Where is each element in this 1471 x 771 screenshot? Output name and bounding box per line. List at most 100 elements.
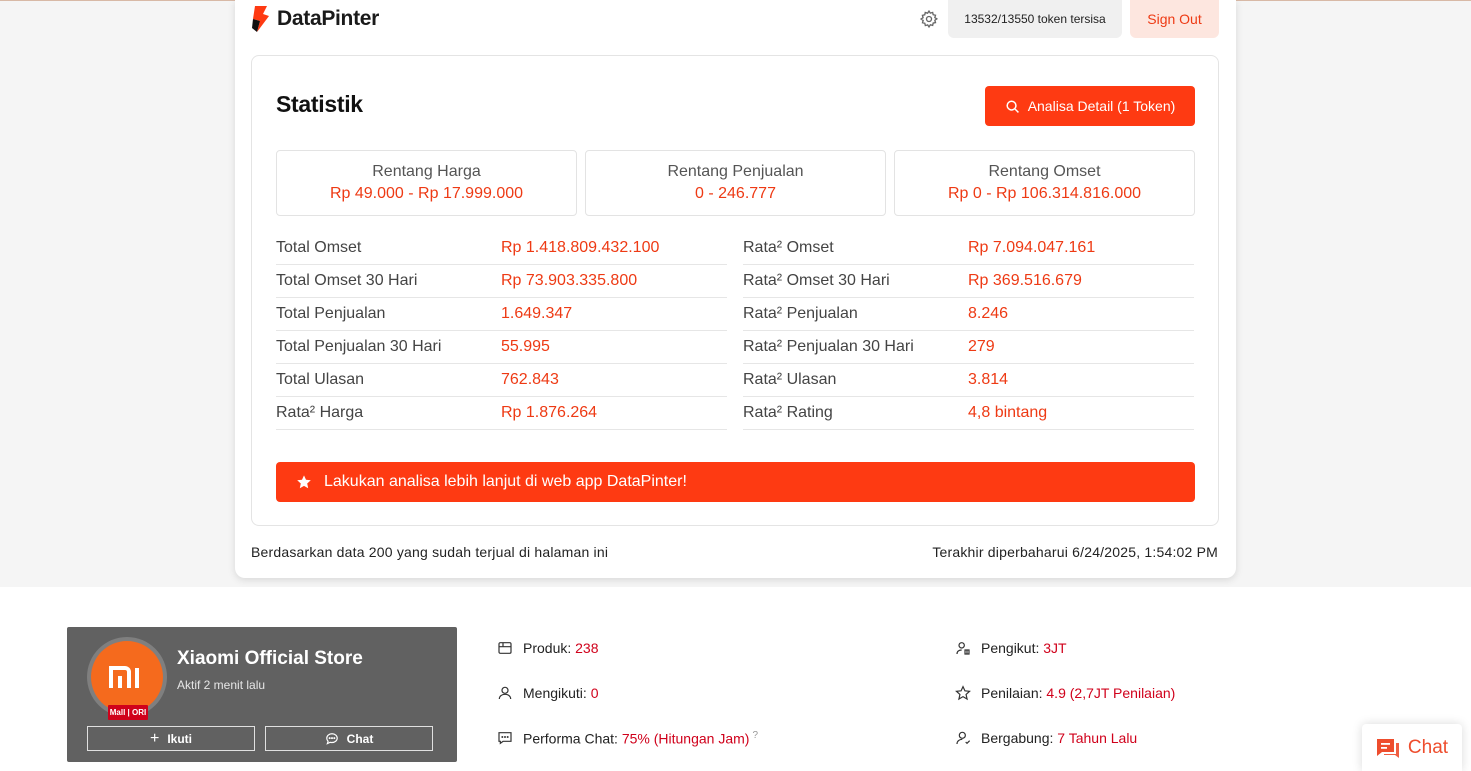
range-value: 0 - 246.777 xyxy=(695,185,776,202)
chat-label: Chat xyxy=(346,731,374,746)
stat-label: Rata² Penjualan xyxy=(743,305,858,322)
info-value: 238 xyxy=(575,640,599,656)
stat-label: Rata² Omset 30 Hari xyxy=(743,272,890,289)
info-label: Mengikuti: xyxy=(523,685,587,701)
stat-row: Rata² Penjualan 30 Hari 279 xyxy=(743,331,1194,364)
stat-row: Total Penjualan 30 Hari 55.995 xyxy=(276,331,727,364)
stat-label: Total Penjualan 30 Hari xyxy=(276,338,442,355)
stat-label: Total Omset 30 Hari xyxy=(276,272,418,289)
stat-value: Rp 7.094.047.161 xyxy=(968,239,1096,256)
floating-chat-button[interactable]: Chat xyxy=(1362,724,1462,771)
range-value: Rp 49.000 - Rp 17.999.000 xyxy=(329,185,524,202)
chat-button[interactable]: Chat xyxy=(265,726,433,751)
sales-range-box: Rentang Penjualan 0 - 246.777 xyxy=(585,150,886,216)
stat-value: 55.995 xyxy=(501,338,550,355)
stat-value: Rp 1.876.264 xyxy=(501,404,598,421)
info-label: Bergabung: xyxy=(981,730,1054,746)
stat-row: Total Ulasan 762.843 xyxy=(276,364,727,397)
user-icon xyxy=(498,686,512,700)
stats-title: Statistik xyxy=(276,91,363,117)
stat-label: Total Omset xyxy=(276,239,362,256)
stat-row: Rata² Harga Rp 1.876.264 xyxy=(276,397,727,430)
shop-section: Mall | ORI Xiaomi Official Store Aktif 2… xyxy=(0,587,1471,771)
range-value: Rp 0 - Rp 106.314.816.000 xyxy=(947,185,1142,202)
datapinter-panel: DataPinter 13532/13550 token tersisa Sig… xyxy=(235,0,1236,578)
info-value: 0 xyxy=(590,685,599,701)
stat-label: Rata² Omset xyxy=(743,239,834,256)
info-value: 3JT xyxy=(1043,640,1067,656)
brand[interactable]: DataPinter xyxy=(251,4,379,34)
follow-button[interactable]: + Ikuti xyxy=(87,726,255,751)
help-icon[interactable]: ? xyxy=(752,730,758,741)
stat-label: Total Penjualan xyxy=(276,305,386,322)
datapinter-logo-icon xyxy=(252,6,269,32)
stat-row: Rata² Ulasan 3.814 xyxy=(743,364,1194,397)
stat-value: 762.843 xyxy=(501,371,559,388)
stat-label: Total Ulasan xyxy=(276,371,365,388)
stat-row: Total Omset Rp 1.418.809.432.100 xyxy=(276,232,727,265)
xiaomi-logo-icon xyxy=(91,641,163,713)
stat-label: Rata² Rating xyxy=(743,404,833,421)
gear-icon[interactable] xyxy=(919,9,939,29)
stats-left-column: Total Omset Rp 1.418.809.432.100 Total Om… xyxy=(276,232,727,430)
stat-value: 4,8 bintang xyxy=(968,404,1048,421)
shop-name[interactable]: Xiaomi Official Store xyxy=(177,648,363,670)
stat-label: Rata² Harga xyxy=(276,404,364,421)
stats-right-column: Rata² Omset Rp 7.094.047.161 Rata² Omset … xyxy=(743,232,1194,430)
last-updated: Terakhir diperbaharui 6/24/2025, 1:54:02… xyxy=(932,544,1218,560)
shop-info-chat-performance: Performa Chat: 75% (Hitungan Jam)? xyxy=(497,730,758,747)
stat-label: Rata² Ulasan xyxy=(743,371,837,388)
stat-value: Rp 369.516.679 xyxy=(968,272,1082,289)
revenue-range-box: Rentang Omset Rp 0 - Rp 106.314.816.000 xyxy=(894,150,1195,216)
chat-bubble-icon xyxy=(325,732,338,745)
shop-info-following: Mengikuti: 0 xyxy=(497,685,599,701)
detail-analysis-label: Analisa Detail (1 Token) xyxy=(1027,98,1176,114)
cta-label: Lakukan analisa lebih lanjut di web app … xyxy=(324,473,687,490)
chat-bubble-icon xyxy=(498,732,512,745)
token-counter: 13532/13550 token tersisa xyxy=(948,0,1122,38)
range-label: Rentang Omset xyxy=(988,163,1101,180)
data-source-note: Berdasarkan data 200 yang sudah terjual … xyxy=(251,544,609,560)
info-label: Performa Chat: xyxy=(523,730,618,747)
info-label: Produk: xyxy=(523,640,572,656)
stat-value: Rp 1.418.809.432.100 xyxy=(501,239,660,256)
price-range-box: Rentang Harga Rp 49.000 - Rp 17.999.000 xyxy=(276,150,577,216)
shop-info-rating: Penilaian: 4.9 (2,7JT Penilaian) xyxy=(955,685,1175,701)
stat-value: 3.814 xyxy=(968,371,1009,388)
stat-row: Rata² Omset 30 Hari Rp 369.516.679 xyxy=(743,265,1194,298)
shop-info-joined: Bergabung: 7 Tahun Lalu xyxy=(955,730,1137,746)
shop-active-status: Aktif 2 menit lalu xyxy=(177,678,266,692)
range-label: Rentang Penjualan xyxy=(667,163,804,180)
info-label: Pengikut: xyxy=(981,640,1040,656)
mall-badge: Mall | ORI xyxy=(108,705,148,720)
stat-value: Rp 73.903.335.800 xyxy=(501,272,638,289)
stat-row: Rata² Rating 4,8 bintang xyxy=(743,397,1194,430)
stat-row: Rata² Penjualan 8.246 xyxy=(743,298,1194,331)
brand-name: DataPinter xyxy=(277,7,380,30)
stat-value: 1.649.347 xyxy=(501,305,573,322)
web-app-cta-button[interactable]: Lakukan analisa lebih lanjut di web app … xyxy=(276,462,1195,502)
shop-info-products: Produk: 238 xyxy=(497,640,599,656)
stat-value: 279 xyxy=(968,338,995,355)
statistics-card: Statistik Analisa Detail (1 Token) Renta… xyxy=(251,55,1219,526)
floating-chat-label: Chat xyxy=(1407,736,1449,758)
stat-row: Total Penjualan 1.649.347 xyxy=(276,298,727,331)
stat-value: 8.246 xyxy=(968,305,1009,322)
plus-icon: + xyxy=(149,729,160,747)
user-joined-icon xyxy=(956,731,971,745)
chat-icon xyxy=(1376,738,1399,758)
range-label: Rentang Harga xyxy=(372,163,481,180)
info-value: 7 Tahun Lalu xyxy=(1057,730,1138,746)
star-icon xyxy=(955,685,971,701)
sign-out-button[interactable]: Sign Out xyxy=(1130,0,1219,38)
follow-label: Ikuti xyxy=(167,731,192,746)
store-icon xyxy=(498,642,512,654)
info-value: 75% (Hitungan Jam) xyxy=(621,730,750,747)
shop-card: Mall | ORI Xiaomi Official Store Aktif 2… xyxy=(67,627,457,762)
star-icon xyxy=(297,475,311,489)
detail-analysis-button[interactable]: Analisa Detail (1 Token) xyxy=(985,86,1195,126)
shop-info-followers: Pengikut: 3JT xyxy=(955,640,1067,656)
stat-label: Rata² Penjualan 30 Hari xyxy=(743,338,914,355)
stat-row: Rata² Omset Rp 7.094.047.161 xyxy=(743,232,1194,265)
stat-row: Total Omset 30 Hari Rp 73.903.335.800 xyxy=(276,265,727,298)
